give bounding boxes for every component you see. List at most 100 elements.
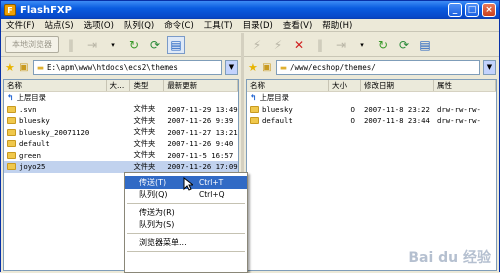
transfer-icon[interactable]: ⇥ — [83, 36, 101, 54]
refresh-icon[interactable]: ↻ — [125, 36, 143, 54]
table-row[interactable]: bluesky_20071120 文件夹 2007-11-27 13:21 — [4, 127, 238, 139]
file-date: 2007-11-5 16:57 — [167, 150, 234, 160]
parent-dir-row[interactable]: ↰ 上层目录 — [4, 92, 238, 104]
app-icon: F — [4, 4, 16, 16]
dropdown-arrow-icon[interactable]: ▾ — [353, 36, 371, 54]
folder-icon: ▬ — [279, 62, 287, 72]
maximize-button[interactable]: □ — [465, 3, 479, 17]
menu-item-browser-menu[interactable]: 浏览器菜单... — [125, 236, 247, 249]
col-modified[interactable]: 最新更新 — [164, 80, 238, 91]
table-row[interactable]: bluesky 文件夹 2007-11-26 9:39 — [4, 115, 238, 127]
sync-icon[interactable]: ⟳ — [146, 36, 164, 54]
file-date: 2007-11-27 13:21 — [167, 127, 238, 137]
watermark: Bai du 经验 — [408, 250, 491, 266]
col-name[interactable]: 名称 — [247, 80, 329, 91]
col-modified[interactable]: 修改日期 — [361, 80, 434, 91]
abort-icon[interactable]: ✕ — [290, 36, 308, 54]
col-attributes[interactable]: 属性 — [434, 80, 496, 91]
col-name[interactable]: 名称 — [4, 80, 107, 91]
dropdown-arrow-icon[interactable]: ▾ — [104, 36, 122, 54]
disconnect-icon[interactable]: ⚡ — [269, 36, 287, 54]
local-browser-button[interactable]: 本地浏览器 — [5, 36, 59, 53]
col-size[interactable]: 大小 — [329, 80, 361, 91]
menu-separator — [127, 233, 245, 234]
mouse-cursor-icon — [183, 177, 193, 191]
up-arrow-icon: ↰ — [250, 93, 257, 103]
remote-file-list: 名称 大小 修改日期 属性 ↰ 上层目录 bluesky 0 2007-11-8 … — [246, 79, 497, 271]
file-type: 文件夹 — [133, 115, 156, 125]
table-row-selected[interactable]: joyo25 文件夹 2007-11-26 17:09 — [4, 161, 238, 173]
flashfxp-window: F FlashFXP _ □ × 文件(F) 站点(S) 选项(O) 队列(Q)… — [0, 0, 500, 273]
menu-tools[interactable]: 工具(T) — [199, 19, 238, 31]
col-size[interactable]: 大... — [107, 80, 131, 91]
menu-sites[interactable]: 站点(S) — [40, 19, 79, 31]
menu-help[interactable]: 帮助(H) — [317, 19, 357, 31]
parent-dir-row[interactable]: ↰ 上层目录 — [247, 92, 496, 104]
menu-directory[interactable]: 目录(D) — [238, 19, 278, 31]
table-row[interactable]: green 文件夹 2007-11-5 16:57 — [4, 150, 238, 162]
file-name: bluesky — [19, 116, 50, 126]
menu-item-label: 队列为(S) — [139, 220, 175, 230]
parent-dir-label: 上层目录 — [259, 92, 289, 102]
menu-queue[interactable]: 队列(Q) — [119, 19, 159, 31]
connect-icon[interactable]: ⚡ — [248, 36, 266, 54]
file-name: bluesky_20071120 — [19, 127, 90, 137]
table-row[interactable]: default 0 2007-11-8 23:44 drw-rw-rw- — [247, 115, 496, 127]
file-date: 2007-11-26 9:39 — [167, 116, 234, 126]
remote-list-header: 名称 大小 修改日期 属性 — [247, 80, 496, 92]
folder-up-icon[interactable]: ▣ — [261, 58, 273, 76]
file-name: .svn — [19, 104, 37, 114]
minimize-button[interactable]: _ — [448, 3, 462, 17]
path-dropdown-button[interactable]: ▼ — [225, 59, 238, 75]
menu-item-transfer-as[interactable]: 传送为(R) — [125, 206, 247, 219]
local-path-field[interactable]: ▬ E:\apm\www\htdocs\ecs2\themes — [32, 59, 222, 75]
file-name: joyo25 — [19, 162, 46, 172]
path-dropdown-button[interactable]: ▼ — [483, 59, 496, 75]
file-name: default — [19, 139, 50, 149]
menu-item-label: 队列(Q) — [139, 190, 168, 200]
menu-view[interactable]: 查看(V) — [278, 19, 317, 31]
file-type: 文件夹 — [133, 104, 156, 114]
file-date: 2007-11-8 23:22 — [364, 104, 430, 114]
file-size: 0 — [350, 116, 355, 126]
menu-commands[interactable]: 命令(C) — [159, 19, 199, 31]
sync-icon[interactable]: ⟳ — [395, 36, 413, 54]
table-row[interactable]: bluesky 0 2007-11-8 23:22 drw-rw-rw- — [247, 104, 496, 116]
menu-separator — [127, 203, 245, 204]
favorites-star-icon[interactable]: ★ — [5, 61, 15, 74]
refresh-icon[interactable]: ↻ — [374, 36, 392, 54]
menu-options[interactable]: 选项(O) — [79, 19, 119, 31]
file-date: 2007-11-26 9:40 — [167, 139, 234, 149]
file-size: 0 — [350, 104, 355, 114]
menu-bar: 文件(F) 站点(S) 选项(O) 队列(Q) 命令(C) 工具(T) 目录(D… — [1, 19, 499, 32]
menu-separator — [127, 250, 245, 252]
table-row[interactable]: .svn 文件夹 2007-11-29 13:49 — [4, 104, 238, 116]
title-bar: F FlashFXP _ □ × — [1, 1, 499, 19]
folder-icon — [7, 163, 16, 171]
local-path-text: E:\apm\www\htdocs\ecs2\themes — [46, 62, 178, 72]
transfer-icon[interactable]: ⇥ — [332, 36, 350, 54]
remote-toolbar: ⚡ ⚡ ✕ ‖ ⇥ ▾ ↻ ⟳ ▤ — [244, 33, 499, 57]
table-row[interactable]: default 文件夹 2007-11-26 9:40 — [4, 138, 238, 150]
folder-icon — [7, 151, 16, 159]
favorites-star-icon[interactable]: ★ — [248, 61, 258, 74]
file-date: 2007-11-29 13:49 — [167, 104, 238, 114]
folder-view-icon[interactable]: ▤ — [167, 35, 185, 54]
remote-path-field[interactable]: ▬/www/ecshop/themes/ — [275, 59, 480, 75]
pause-icon[interactable]: ‖ — [311, 36, 329, 54]
folder-icon: ▬ — [36, 62, 44, 72]
remote-path-text: /www/ecshop/themes/ — [289, 62, 376, 72]
close-button[interactable]: × — [482, 3, 496, 17]
folder-view-icon[interactable]: ▤ — [416, 36, 434, 54]
file-date: 2007-11-8 23:44 — [364, 116, 430, 126]
menu-item-queue-as[interactable]: 队列为(S) — [125, 219, 247, 232]
col-type[interactable]: 类型 — [130, 80, 165, 91]
folder-up-icon[interactable]: ▣ — [18, 58, 30, 76]
local-list-header: 名称 大... 类型 最新更新 — [4, 80, 238, 92]
window-title: FlashFXP — [20, 4, 72, 16]
pause-icon[interactable]: ‖ — [62, 36, 80, 54]
file-name: green — [19, 150, 41, 160]
local-toolbar: 本地浏览器 ‖ ⇥ ▾ ↻ ⟳ ▤ — [1, 33, 241, 57]
folder-icon — [7, 140, 16, 148]
menu-file[interactable]: 文件(F) — [1, 19, 40, 31]
